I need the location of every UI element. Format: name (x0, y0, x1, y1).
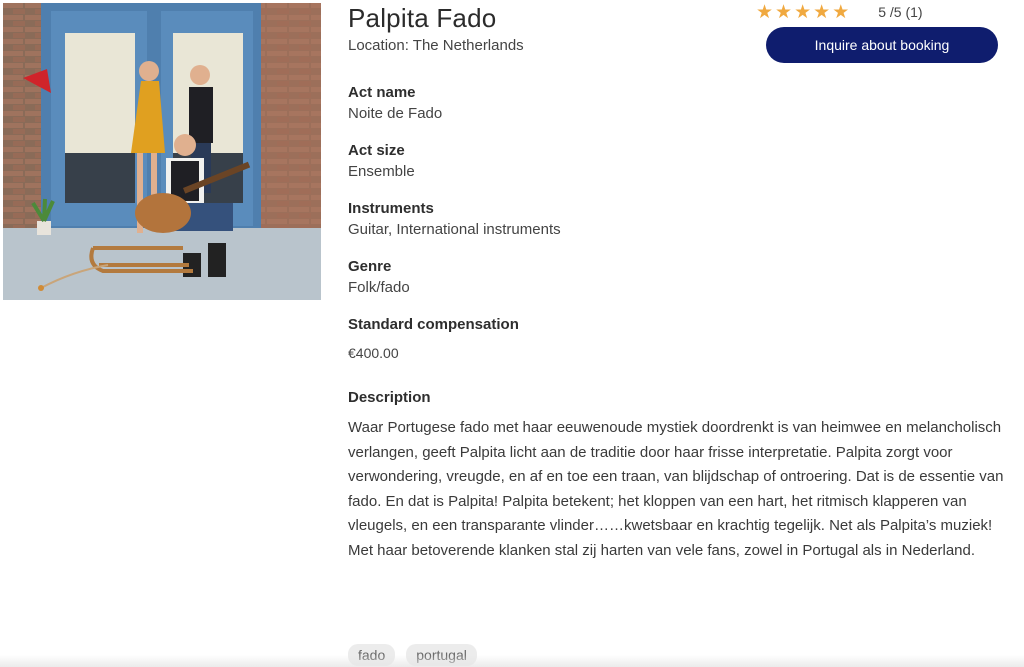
act-title: Palpita Fado (348, 3, 497, 33)
description-text: Waar Portugese fado met haar eeuwenoude … (348, 419, 1004, 559)
rating: ★ ★ ★ ★ ★ 5 /5 (1) (756, 1, 923, 23)
genre-section: Genre Folk/fado (348, 257, 1008, 298)
star-icon: ★ (794, 1, 812, 23)
star-icon: ★ (832, 1, 850, 23)
act-detail-page: Palpita Fado Location: The Netherlands ★… (0, 0, 1024, 667)
inquire-booking-button[interactable]: Inquire about booking (766, 27, 998, 63)
act-size-section: Act size Ensemble (348, 141, 1008, 182)
act-size-value: Ensemble (348, 163, 415, 180)
rating-text[interactable]: 5 /5 (1) (878, 4, 922, 20)
act-name-label: Act name (348, 84, 416, 101)
star-rating: ★ ★ ★ ★ ★ (756, 2, 849, 22)
genre-value: Folk/fado (348, 279, 410, 296)
star-icon: ★ (756, 1, 774, 23)
act-location: Location: The Netherlands (348, 37, 524, 54)
compensation-label: Standard compensation (348, 316, 519, 333)
act-size-label: Act size (348, 142, 405, 159)
instruments-section: Instruments Guitar, International instru… (348, 199, 1008, 240)
genre-label: Genre (348, 258, 392, 275)
star-icon: ★ (813, 1, 831, 23)
act-name-value: Noite de Fado (348, 105, 443, 122)
compensation-value: €400.00 (348, 345, 399, 361)
description-label: Description (348, 389, 431, 406)
act-name-section: Act name Noite de Fado (348, 83, 1008, 124)
instruments-label: Instruments (348, 200, 434, 217)
description-section: Description Waar Portugese fado met haar… (348, 388, 1008, 563)
instruments-value: Guitar, International instruments (348, 221, 561, 238)
star-icon: ★ (775, 1, 793, 23)
bottom-divider (0, 655, 1024, 667)
compensation-section: Standard compensation €400.00 (348, 315, 1008, 363)
band-photo (3, 3, 321, 300)
